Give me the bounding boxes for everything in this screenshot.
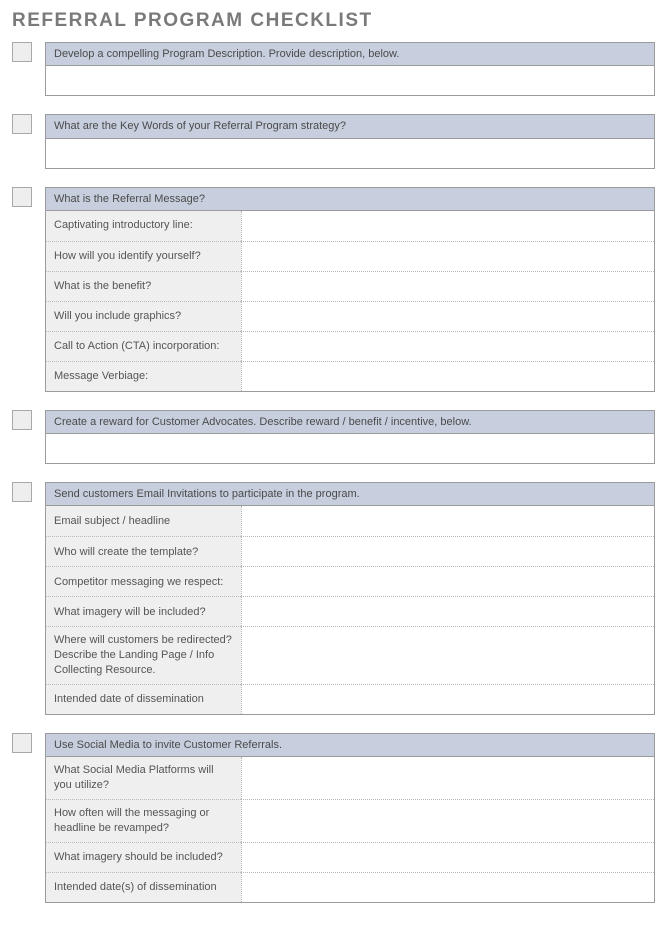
- row-input-area[interactable]: [241, 566, 654, 596]
- section-checkbox[interactable]: [12, 410, 32, 430]
- row-input-area[interactable]: [241, 757, 654, 799]
- row-label: Email subject / headline: [46, 506, 241, 536]
- table-row: What imagery should be included?: [46, 842, 654, 872]
- section-body: Send customers Email Invitations to part…: [45, 482, 655, 715]
- blank-input-area[interactable]: [45, 139, 655, 169]
- blank-input-area[interactable]: [45, 66, 655, 96]
- sub-table: Captivating introductory line:How will y…: [45, 211, 655, 392]
- row-label: What imagery should be included?: [46, 842, 241, 872]
- row-input-area[interactable]: [241, 799, 654, 842]
- sub-table: What Social Media Platforms will you uti…: [45, 757, 655, 902]
- row-label: What is the benefit?: [46, 271, 241, 301]
- table-row: What imagery will be included?: [46, 596, 654, 626]
- checklist-section: Develop a compelling Program Description…: [12, 42, 655, 96]
- row-label: Message Verbiage:: [46, 361, 241, 391]
- row-label: How often will the messaging or headline…: [46, 799, 241, 842]
- section-body: What is the Referral Message?Captivating…: [45, 187, 655, 392]
- section-body: Use Social Media to invite Customer Refe…: [45, 733, 655, 903]
- section-body: What are the Key Words of your Referral …: [45, 114, 655, 168]
- checklist-section: Send customers Email Invitations to part…: [12, 482, 655, 715]
- blank-input-area[interactable]: [45, 434, 655, 464]
- row-input-area[interactable]: [241, 872, 654, 902]
- table-row: Where will customers be redirected? Desc…: [46, 626, 654, 684]
- section-checkbox[interactable]: [12, 114, 32, 134]
- row-label: Where will customers be redirected? Desc…: [46, 626, 241, 684]
- table-row: What is the benefit?: [46, 271, 654, 301]
- row-input-area[interactable]: [241, 596, 654, 626]
- section-checkbox[interactable]: [12, 482, 32, 502]
- checklist-section: What is the Referral Message?Captivating…: [12, 187, 655, 392]
- table-row: Captivating introductory line:: [46, 211, 654, 241]
- row-label: How will you identify yourself?: [46, 241, 241, 271]
- table-row: Call to Action (CTA) incorporation:: [46, 331, 654, 361]
- row-input-area[interactable]: [241, 506, 654, 536]
- row-input-area[interactable]: [241, 301, 654, 331]
- row-input-area[interactable]: [241, 626, 654, 684]
- row-label: Will you include graphics?: [46, 301, 241, 331]
- row-label: Intended date of dissemination: [46, 684, 241, 714]
- sub-table: Email subject / headlineWho will create …: [45, 506, 655, 715]
- table-row: Intended date of dissemination: [46, 684, 654, 714]
- row-label: What imagery will be included?: [46, 596, 241, 626]
- table-row: How often will the messaging or headline…: [46, 799, 654, 842]
- table-row: Who will create the template?: [46, 536, 654, 566]
- row-label: Competitor messaging we respect:: [46, 566, 241, 596]
- row-label: What Social Media Platforms will you uti…: [46, 757, 241, 799]
- table-row: Message Verbiage:: [46, 361, 654, 391]
- section-checkbox[interactable]: [12, 187, 32, 207]
- section-header: Develop a compelling Program Description…: [45, 42, 655, 66]
- section-header: What is the Referral Message?: [45, 187, 655, 211]
- section-header: Create a reward for Customer Advocates. …: [45, 410, 655, 434]
- row-input-area[interactable]: [241, 536, 654, 566]
- table-row: Email subject / headline: [46, 506, 654, 536]
- table-row: Intended date(s) of dissemination: [46, 872, 654, 902]
- page-title: REFERRAL PROGRAM CHECKLIST: [12, 10, 655, 32]
- row-label: Captivating introductory line:: [46, 211, 241, 241]
- row-input-area[interactable]: [241, 842, 654, 872]
- row-input-area[interactable]: [241, 211, 654, 241]
- section-checkbox[interactable]: [12, 733, 32, 753]
- section-header: Send customers Email Invitations to part…: [45, 482, 655, 506]
- table-row: What Social Media Platforms will you uti…: [46, 757, 654, 799]
- section-body: Develop a compelling Program Description…: [45, 42, 655, 96]
- section-header: Use Social Media to invite Customer Refe…: [45, 733, 655, 757]
- row-label: Call to Action (CTA) incorporation:: [46, 331, 241, 361]
- section-checkbox[interactable]: [12, 42, 32, 62]
- row-input-area[interactable]: [241, 684, 654, 714]
- row-label: Intended date(s) of dissemination: [46, 872, 241, 902]
- section-body: Create a reward for Customer Advocates. …: [45, 410, 655, 464]
- section-header: What are the Key Words of your Referral …: [45, 114, 655, 138]
- checklist-section: Use Social Media to invite Customer Refe…: [12, 733, 655, 903]
- table-row: Will you include graphics?: [46, 301, 654, 331]
- row-input-area[interactable]: [241, 241, 654, 271]
- row-input-area[interactable]: [241, 331, 654, 361]
- checklist-section: What are the Key Words of your Referral …: [12, 114, 655, 168]
- table-row: Competitor messaging we respect:: [46, 566, 654, 596]
- checklist-section: Create a reward for Customer Advocates. …: [12, 410, 655, 464]
- row-label: Who will create the template?: [46, 536, 241, 566]
- row-input-area[interactable]: [241, 271, 654, 301]
- table-row: How will you identify yourself?: [46, 241, 654, 271]
- row-input-area[interactable]: [241, 361, 654, 391]
